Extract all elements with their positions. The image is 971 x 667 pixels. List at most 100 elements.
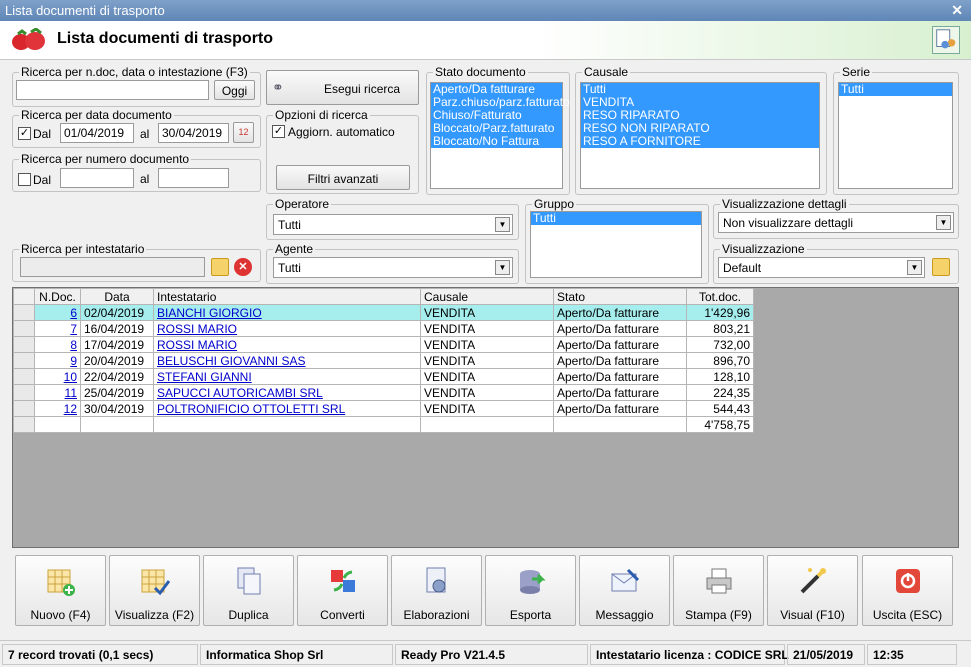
gruppo-item[interactable]: Tutti [531, 212, 701, 225]
chevron-down-icon: ▼ [495, 217, 510, 232]
toolbar-button-convert[interactable]: Converti [297, 555, 388, 626]
cell-ndoc-link[interactable]: 6 [70, 306, 77, 320]
cell-causale: VENDITA [420, 304, 554, 321]
row-header[interactable] [13, 368, 35, 385]
toolbar-button-new-doc[interactable]: Nuovo (F4) [15, 555, 106, 626]
toolbar-button-exit[interactable]: Uscita (ESC) [862, 555, 953, 626]
row-header[interactable] [13, 304, 35, 321]
documents-table: N.Doc. Data Intestatario Causale Stato T… [13, 288, 754, 433]
status-records: 7 record trovati (0,1 secs) [2, 644, 198, 665]
operatore-select[interactable]: Tutti ▼ [273, 214, 513, 235]
convert-icon [331, 570, 355, 592]
empty-cell [553, 416, 687, 433]
cell-intestatario: BELUSCHI GIOVANNI SAS [153, 352, 421, 369]
cell-stato: Aperto/Da fatturare [553, 400, 687, 417]
cell-ndoc-link[interactable]: 11 [65, 386, 77, 400]
cell-ndoc-link[interactable]: 10 [64, 370, 77, 384]
number-to-input[interactable] [158, 168, 229, 188]
number-checkbox[interactable] [18, 173, 31, 186]
cell-ndoc: 10 [34, 368, 81, 385]
table-row[interactable]: 9 20/04/2019 BELUSCHI GIOVANNI SAS VENDITA A… [13, 352, 754, 369]
col-totdoc[interactable]: Tot.doc. [686, 288, 754, 305]
cell-intestatario-link[interactable]: SAPUCCI AUTORICAMBI SRL [157, 386, 323, 400]
col-intestatario[interactable]: Intestatario [153, 288, 421, 305]
stato-item[interactable]: Bloccato/No Fattura [431, 135, 562, 148]
cell-ndoc: 12 [34, 400, 81, 417]
clear-icon[interactable]: ✕ [234, 258, 252, 276]
table-row[interactable]: 10 22/04/2019 STEFANI GIANNI VENDITA Aperto/… [13, 368, 754, 385]
cell-intestatario-link[interactable]: BELUSCHI GIOVANNI SAS [157, 354, 305, 368]
cell-ndoc-link[interactable]: 12 [64, 402, 77, 416]
auto-update-checkbox[interactable]: ✓ [272, 125, 285, 138]
toolbar-button-label: Duplica [228, 608, 269, 622]
folder-icon[interactable] [211, 258, 229, 276]
table-row[interactable]: 11 25/04/2019 SAPUCCI AUTORICAMBI SRL VENDI… [13, 384, 754, 401]
causale-list[interactable]: Tutti VENDITA RESO RIPARATO RESO NON RIPARA… [580, 82, 820, 189]
empty-cell [420, 416, 554, 433]
page-header: Lista documenti di trasporto [0, 21, 971, 60]
row-header[interactable] [13, 384, 35, 401]
date-from-input[interactable]: 01/04/2019 [60, 123, 134, 143]
col-ndoc[interactable]: N.Doc. [34, 288, 81, 305]
toolbar-button-process[interactable]: Elaborazioni [391, 555, 482, 626]
toolbar-button-magic-wand[interactable]: Visual (F10) [767, 555, 858, 626]
close-icon[interactable]: ✕ [951, 2, 963, 19]
cell-ndoc-link[interactable]: 9 [70, 354, 77, 368]
number-from-input[interactable] [60, 168, 134, 188]
folder-icon[interactable] [932, 258, 950, 276]
cell-data: 17/04/2019 [80, 336, 154, 353]
calendar-icon[interactable]: 12 [233, 122, 254, 143]
table-row[interactable]: 8 17/04/2019 ROSSI MARIO VENDITA Aperto/Da f… [13, 336, 754, 353]
dettagli-select[interactable]: Non visualizzare dettagli ▼ [718, 212, 954, 233]
cell-ndoc-link[interactable]: 7 [70, 322, 77, 336]
cell-intestatario: SAPUCCI AUTORICAMBI SRL [153, 384, 421, 401]
cell-causale: VENDITA [420, 352, 554, 369]
toolbar-button-label: Esporta [509, 608, 552, 622]
quick-search-input[interactable] [16, 80, 209, 100]
cell-intestatario-link[interactable]: BIANCHI GIORGIO [157, 306, 262, 320]
toolbar-button-label: Nuovo (F4) [30, 608, 91, 622]
users-list-icon[interactable] [932, 26, 960, 54]
cell-intestatario-link[interactable]: ROSSI MARIO [157, 338, 237, 352]
cell-intestatario-link[interactable]: STEFANI GIANNI [157, 370, 252, 384]
visual-select[interactable]: Default ▼ [718, 257, 925, 278]
cell-data: 25/04/2019 [80, 384, 154, 401]
toolbar-button-export[interactable]: Esporta [485, 555, 576, 626]
toolbar-button-label: Visual (F10) [780, 608, 845, 622]
date-checkbox[interactable]: ✓ [18, 127, 31, 140]
cell-totdoc: 544,43 [686, 400, 754, 417]
run-search-button[interactable]: ⚭ Esegui ricerca [266, 70, 419, 105]
toolbar-button-duplicate[interactable]: Duplica [203, 555, 294, 626]
row-header[interactable] [13, 336, 35, 353]
agente-select[interactable]: Tutti ▼ [273, 257, 513, 278]
causale-item[interactable]: RESO A FORNITORE [581, 135, 819, 148]
oggi-button[interactable]: Oggi [214, 80, 255, 100]
toolbar-button-message[interactable]: Messaggio [579, 555, 670, 626]
row-header[interactable] [13, 400, 35, 417]
gruppo-list[interactable]: Tutti [530, 211, 702, 278]
table-row[interactable]: 6 02/04/2019 BIANCHI GIORGIO VENDITA Aperto/… [13, 304, 754, 321]
cell-ndoc: 9 [34, 352, 81, 369]
table-row[interactable]: 7 16/04/2019 ROSSI MARIO VENDITA Aperto/Da f… [13, 320, 754, 337]
table-row[interactable]: 12 30/04/2019 POLTRONIFICIO OTTOLETTI SRL V… [13, 400, 754, 417]
col-causale[interactable]: Causale [420, 288, 554, 305]
toolbar-button-view-doc[interactable]: Visualizza (F2) [109, 555, 200, 626]
serie-list[interactable]: Tutti [838, 82, 953, 189]
date-to-input[interactable]: 30/04/2019 [158, 123, 229, 143]
row-header [13, 416, 35, 433]
documents-grid[interactable]: N.Doc. Data Intestatario Causale Stato T… [12, 287, 959, 548]
row-header[interactable] [13, 352, 35, 369]
serie-item[interactable]: Tutti [839, 83, 952, 96]
cell-intestatario-link[interactable]: POLTRONIFICIO OTTOLETTI SRL [157, 402, 345, 416]
col-stato[interactable]: Stato [553, 288, 687, 305]
stato-list[interactable]: Aperto/Da fatturare Parz.chiuso/parz.fatt… [430, 82, 570, 189]
toolbar-button-print[interactable]: Stampa (F9) [673, 555, 764, 626]
holder-input[interactable] [20, 257, 205, 277]
advanced-filters-button[interactable]: Filtri avanzati [276, 165, 410, 190]
col-data[interactable]: Data [80, 288, 154, 305]
cell-intestatario: POLTRONIFICIO OTTOLETTI SRL [153, 400, 421, 417]
row-header[interactable] [13, 320, 35, 337]
cell-intestatario-link[interactable]: ROSSI MARIO [157, 322, 237, 336]
status-date: 21/05/2019 [787, 644, 865, 665]
cell-ndoc-link[interactable]: 8 [70, 338, 77, 352]
